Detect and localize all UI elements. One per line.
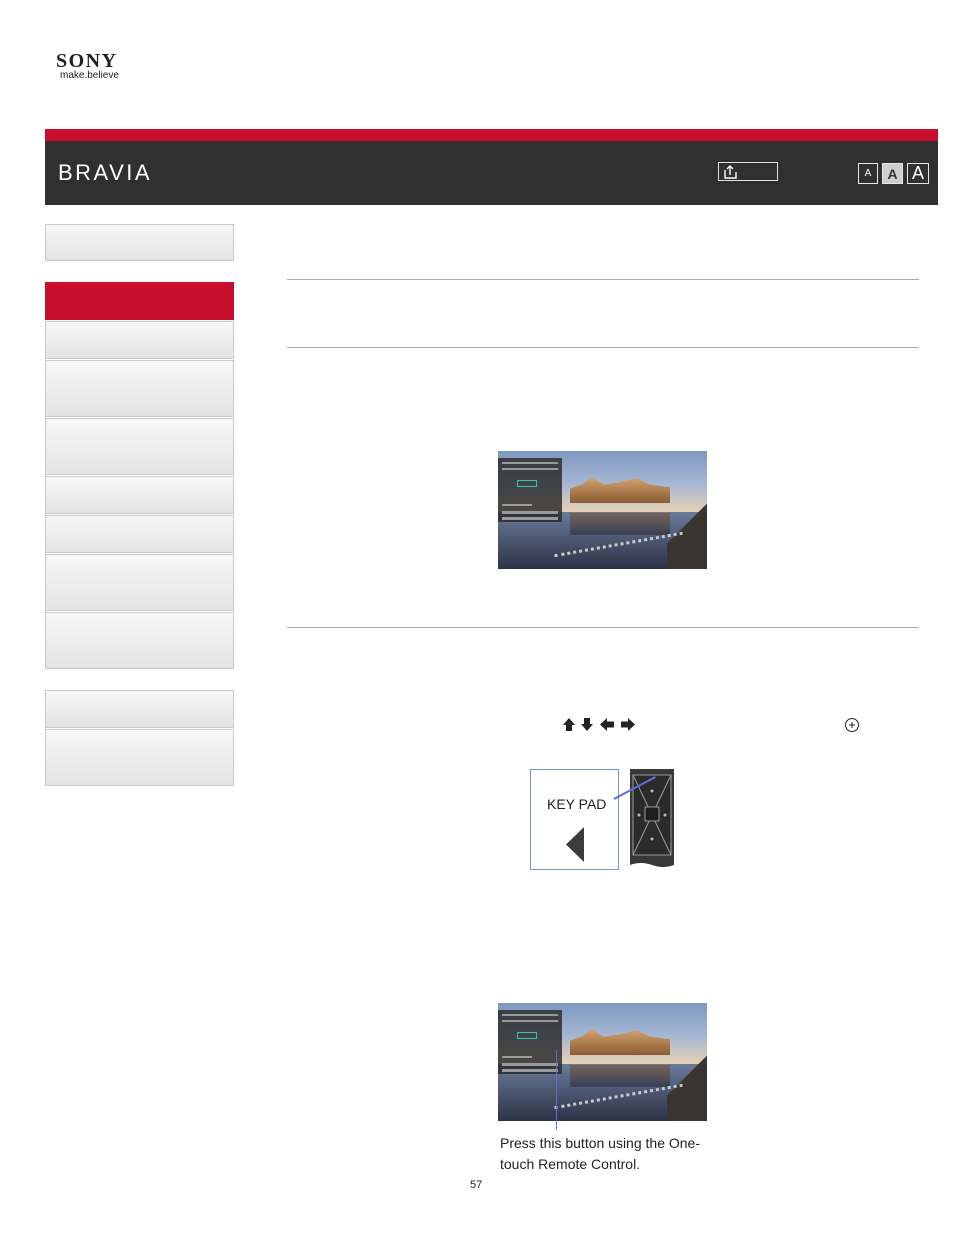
tv-screen-image (498, 1003, 707, 1121)
keypad-label: KEY PAD (547, 796, 607, 812)
section-divider (287, 279, 919, 280)
sidebar-item[interactable] (45, 554, 234, 611)
section-divider (287, 347, 919, 348)
remote-control-image (630, 769, 674, 870)
font-size-small-button[interactable]: A (858, 163, 878, 184)
print-icon (724, 165, 737, 179)
keypad-illustration (530, 769, 619, 870)
arrow-keys-icon (563, 718, 635, 731)
product-logo: BRAVIA (58, 160, 153, 185)
sidebar-item-active[interactable] (45, 282, 234, 320)
sidebar-item[interactable] (45, 360, 234, 417)
font-size-medium-button[interactable]: A (882, 163, 903, 184)
sidebar-item[interactable] (45, 515, 234, 553)
callout-line (556, 1050, 557, 1130)
font-size-large-button[interactable]: A (907, 163, 929, 184)
enter-circle-icon (845, 718, 859, 732)
virtual-remote-overlay (498, 1010, 562, 1074)
header-accent-bar (45, 129, 938, 141)
sidebar-item[interactable] (45, 729, 234, 786)
page-number: 57 (470, 1179, 483, 1191)
brand-tagline: make.believe (60, 70, 119, 81)
sidebar-item[interactable] (45, 690, 234, 728)
sidebar-item[interactable] (45, 612, 234, 669)
sidebar-item[interactable] (45, 476, 234, 514)
tv-screen-image (498, 451, 707, 569)
sidebar-item[interactable] (45, 418, 234, 475)
header-bar (45, 141, 938, 205)
section-divider (287, 627, 919, 628)
virtual-remote-overlay (498, 458, 562, 522)
print-button[interactable] (718, 162, 778, 181)
image-caption: Press this button using the One-touch Re… (500, 1135, 700, 1172)
sidebar-item[interactable] (45, 321, 234, 359)
sidebar-item-top[interactable] (45, 224, 234, 261)
